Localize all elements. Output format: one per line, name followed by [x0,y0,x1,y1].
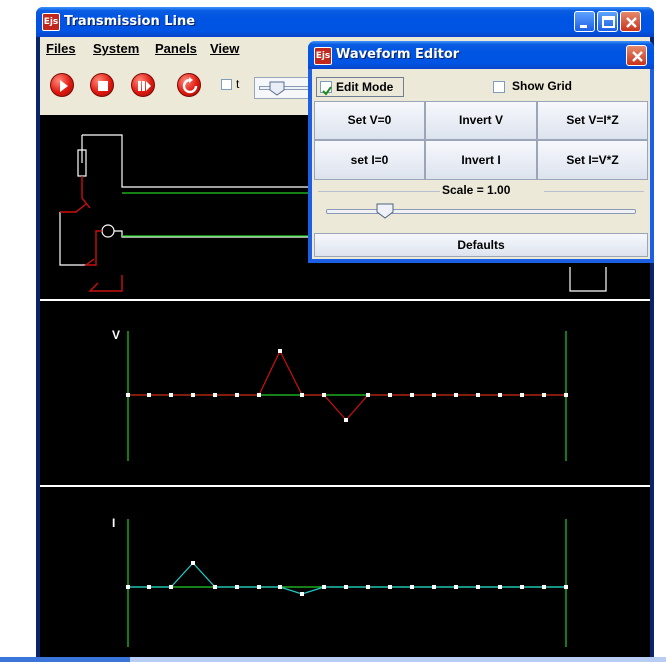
close-button[interactable] [620,11,641,32]
ejs-app-icon: Ejs [42,13,60,31]
edit-mode-label: Edit Mode [336,80,394,94]
taskbar-start-area [0,657,130,662]
voltage-plot-panel[interactable]: V [40,301,650,485]
voltage-source-icon [101,224,115,238]
edit-mode-toggle[interactable]: Edit Mode [316,77,404,97]
voltage-handles [126,349,568,422]
speed-slider-track [259,86,313,90]
set-v-iz-button[interactable]: Set V=I*Z [537,101,648,140]
time-checkbox-label: t [236,77,240,91]
show-grid-label: Show Grid [512,79,572,93]
editor-title: Waveform Editor [336,47,460,62]
invert-v-button[interactable]: Invert V [425,101,537,140]
play-icon [60,80,68,92]
reset-button[interactable] [177,73,201,97]
scale-border-left [318,191,440,192]
checkmark-icon [322,86,332,96]
step-button[interactable] [131,73,155,97]
stop-button[interactable] [90,73,114,97]
show-grid-checkbox[interactable] [493,81,505,93]
menu-files[interactable]: Files [46,41,76,56]
taskbar-strip [0,657,666,662]
stop-icon [98,81,108,91]
speed-slider-thumb[interactable] [269,80,285,96]
editor-app-icon: Ejs [314,47,332,65]
maximize-button[interactable] [597,11,618,32]
close-icon [627,46,646,65]
editor-title-bar[interactable]: Ejs Waveform Editor [308,41,654,69]
top-wire-left [82,134,340,188]
menu-panels[interactable]: Panels [155,41,197,56]
maximize-icon [598,12,617,31]
voltage-plot: V [112,328,568,461]
close-icon [621,12,640,31]
waveform-editor-dialog: Ejs Waveform Editor Edit Mode Show Grid … [308,41,654,263]
defaults-button[interactable]: Defaults [314,233,648,257]
voltage-trace [128,349,566,421]
current-trace [128,562,566,595]
edit-mode-checkbox[interactable] [320,81,332,96]
editor-body: Edit Mode Show Grid Set V=0 Invert V Set… [312,69,650,259]
menu-view[interactable]: View [210,41,239,56]
minimize-icon [575,12,594,31]
scale-border-right [544,191,644,192]
step-icon [138,81,151,91]
window-title: Transmission Line [64,14,196,29]
time-checkbox[interactable] [221,79,232,90]
speed-slider[interactable] [254,77,314,99]
scale-slider-track[interactable] [326,209,636,214]
scale-slider-thumb[interactable] [376,202,394,220]
play-button[interactable] [50,73,74,97]
title-bar[interactable]: Ejs Transmission Line [36,7,654,37]
reset-icon [182,77,198,94]
set-i-zero-button[interactable]: set I=0 [314,140,425,180]
menu-system[interactable]: System [93,41,139,56]
voltage-axis-label: V [112,328,120,342]
minimize-button[interactable] [574,11,595,32]
invert-i-button[interactable]: Invert I [425,140,537,180]
current-axis-label: I [112,516,115,530]
scale-label: Scale = 1.00 [442,183,511,197]
current-plot: I [112,516,568,647]
editor-close-button[interactable] [626,45,647,66]
current-plot-panel[interactable]: I [40,487,650,657]
set-i-vz-button[interactable]: Set I=V*Z [537,140,648,180]
set-v-zero-button[interactable]: Set V=0 [314,101,425,140]
load-box [569,267,607,292]
current-handles [126,561,568,596]
